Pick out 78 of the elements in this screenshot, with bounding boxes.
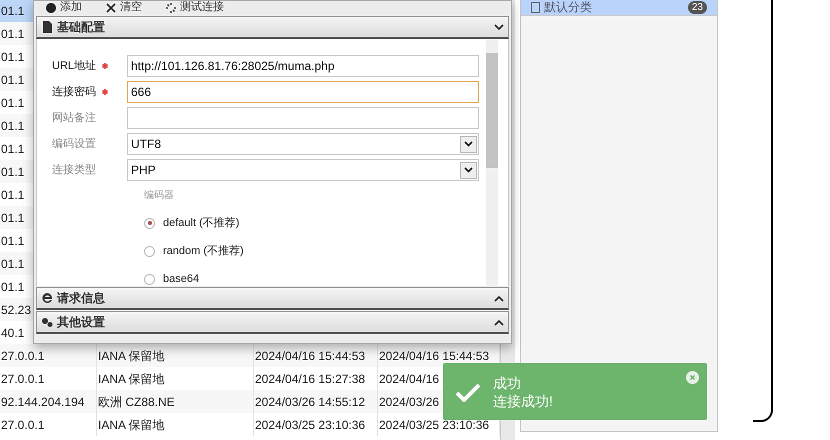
table-row[interactable]: 27.0.0.1 IANA 保留地 2024/03/25 23:10:36 2024/03/25 23:10:36 xyxy=(0,413,500,436)
table-cell-text: 40.1 xyxy=(1,324,24,342)
table-cell-text: 01.1 xyxy=(1,164,24,180)
table-cell-text: 2024/03/26 14:55:12 xyxy=(255,394,366,410)
dropdown[interactable]: UTF8 xyxy=(127,133,479,155)
table-cell-text: 01.1 xyxy=(1,2,24,20)
table-cell-text: 01.1 xyxy=(1,118,24,134)
table-cell-text: 欧洲 CZ88.NE xyxy=(98,394,175,410)
radio-button[interactable] xyxy=(144,274,155,284)
table-cell-text: 01.1 xyxy=(1,26,24,42)
table-cell-text: 01.1 xyxy=(1,140,24,158)
count-badge: 23 xyxy=(688,1,707,14)
table-cell-text: 2024/03/25 23:10:36 xyxy=(379,416,490,434)
input-field[interactable] xyxy=(127,107,479,129)
dropdown-arrow-button[interactable] xyxy=(460,136,477,152)
radio-button[interactable] xyxy=(144,246,155,256)
gears-icon xyxy=(41,316,53,328)
field-label: 连接密码 xyxy=(52,84,96,100)
table-cell-text: 2024/03/26 xyxy=(379,394,440,410)
table-cell-text: 2024/04/16 xyxy=(379,370,440,388)
radio-label: base64 xyxy=(163,272,200,286)
browser-e-icon xyxy=(41,292,53,304)
table-cell-text: 27.0.0.1 xyxy=(1,370,44,388)
table-cell-text: 01.1 xyxy=(1,72,24,88)
chevron-up-icon xyxy=(494,294,504,302)
field-label: 网站备注 xyxy=(52,110,96,126)
dropdown-arrow-button[interactable] xyxy=(460,162,477,178)
sidebar-item[interactable]: 默认分类 23 xyxy=(521,0,717,16)
radio-button[interactable] xyxy=(144,218,155,228)
table-row[interactable]: 27.0.0.1 IANA 保留地 2024/04/16 15:44:53 2024/04/16 15:44:53 xyxy=(0,344,500,367)
section-title: 其他设置 xyxy=(57,314,106,331)
input-field[interactable]: http://101.126.81.76:28025/muma.php xyxy=(127,55,479,77)
radio-label: random (不推荐) xyxy=(163,244,244,259)
field-label: 编码设置 xyxy=(52,136,96,152)
chevron-up-icon xyxy=(494,318,504,326)
section-header[interactable]: 其他设置 xyxy=(36,311,509,334)
checkmark-icon xyxy=(455,382,481,402)
table-cell-text: 52.23 xyxy=(1,302,32,318)
table-cell-text: 01.1 xyxy=(1,48,24,66)
table-cell-text: 01.1 xyxy=(1,186,24,204)
radio-label: default (不推荐) xyxy=(163,216,240,231)
group-label: 编码器 xyxy=(144,189,175,203)
table-cell-text: 2024/04/16 15:27:38 xyxy=(255,370,366,388)
section-header[interactable]: 请求信息 xyxy=(36,287,509,310)
chevron-down-icon xyxy=(464,141,473,147)
section-title: 请求信息 xyxy=(57,290,106,307)
input-field[interactable]: 666 xyxy=(127,81,479,103)
table-cell-text: 27.0.0.1 xyxy=(1,416,44,434)
table-cell-text: 27.0.0.1 xyxy=(1,348,44,364)
table-cell-text: IANA 保留地 xyxy=(98,416,165,434)
table-cell-text: 01.1 xyxy=(1,232,24,250)
table-cell-text: IANA 保留地 xyxy=(98,370,165,388)
table-cell-text: 01.1 xyxy=(1,256,24,272)
scrollbar[interactable] xyxy=(486,39,498,286)
section-header[interactable]: 基础配置 xyxy=(36,16,509,39)
toolbar-button[interactable]: 添加 xyxy=(42,1,86,14)
field-label: 连接类型 xyxy=(52,162,96,178)
toolbar-button[interactable]: 测试连接 xyxy=(162,1,228,14)
table-cell-text: 2024/03/25 23:10:36 xyxy=(255,416,366,434)
table-cell-text: IANA 保留地 xyxy=(98,348,165,364)
dropdown[interactable]: PHP xyxy=(127,159,479,181)
plus-circle-icon xyxy=(46,2,56,12)
toolbar-button[interactable]: 清空 xyxy=(102,1,146,14)
table-cell-text: 92.144.204.194 xyxy=(1,394,84,410)
chevron-down-icon xyxy=(464,167,473,173)
table-cell-text: 2024/04/16 15:44:53 xyxy=(255,348,366,364)
section-title: 基础配置 xyxy=(57,19,106,36)
chevron-down-icon xyxy=(494,24,504,30)
file-icon xyxy=(531,2,540,13)
field-label: URL地址 xyxy=(52,58,96,74)
table-cell-text: 01.1 xyxy=(1,94,24,112)
item-label: 默认分类 xyxy=(544,1,592,14)
close-icon xyxy=(106,2,116,12)
table-cell-text: 01.1 xyxy=(1,210,24,226)
close-icon[interactable] xyxy=(686,371,699,384)
spinner-icon xyxy=(166,2,176,12)
table-cell-text: 2024/04/16 15:44:53 xyxy=(379,348,490,364)
table-cell-text: 01.1 xyxy=(1,278,24,296)
